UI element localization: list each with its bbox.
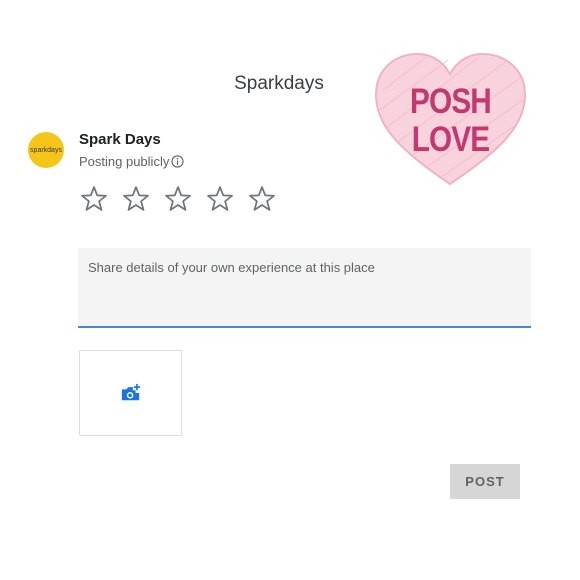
- add-photo-icon: [121, 383, 140, 401]
- star-5-icon[interactable]: [247, 184, 277, 214]
- posh-love-sticker: POSH LOVE: [368, 50, 533, 190]
- review-textarea[interactable]: [78, 248, 531, 326]
- review-field-container: [78, 248, 531, 328]
- avatar: sparkdays: [28, 132, 64, 168]
- star-4-icon[interactable]: [205, 184, 235, 214]
- posting-status: Posting publicly: [79, 153, 184, 169]
- posting-status-label: Posting publicly: [79, 153, 170, 169]
- sticker-line-1: POSH: [410, 82, 492, 121]
- sticker-line-2: LOVE: [411, 120, 490, 159]
- star-1-icon[interactable]: [79, 184, 109, 214]
- info-icon[interactable]: [171, 154, 184, 168]
- star-2-icon[interactable]: [121, 184, 151, 214]
- post-button[interactable]: POST: [450, 464, 520, 499]
- user-name: Spark Days: [79, 131, 161, 148]
- star-rating: [79, 184, 289, 214]
- add-photo-button[interactable]: [79, 350, 182, 436]
- sticker-text: POSH LOVE: [380, 83, 520, 159]
- star-3-icon[interactable]: [163, 184, 193, 214]
